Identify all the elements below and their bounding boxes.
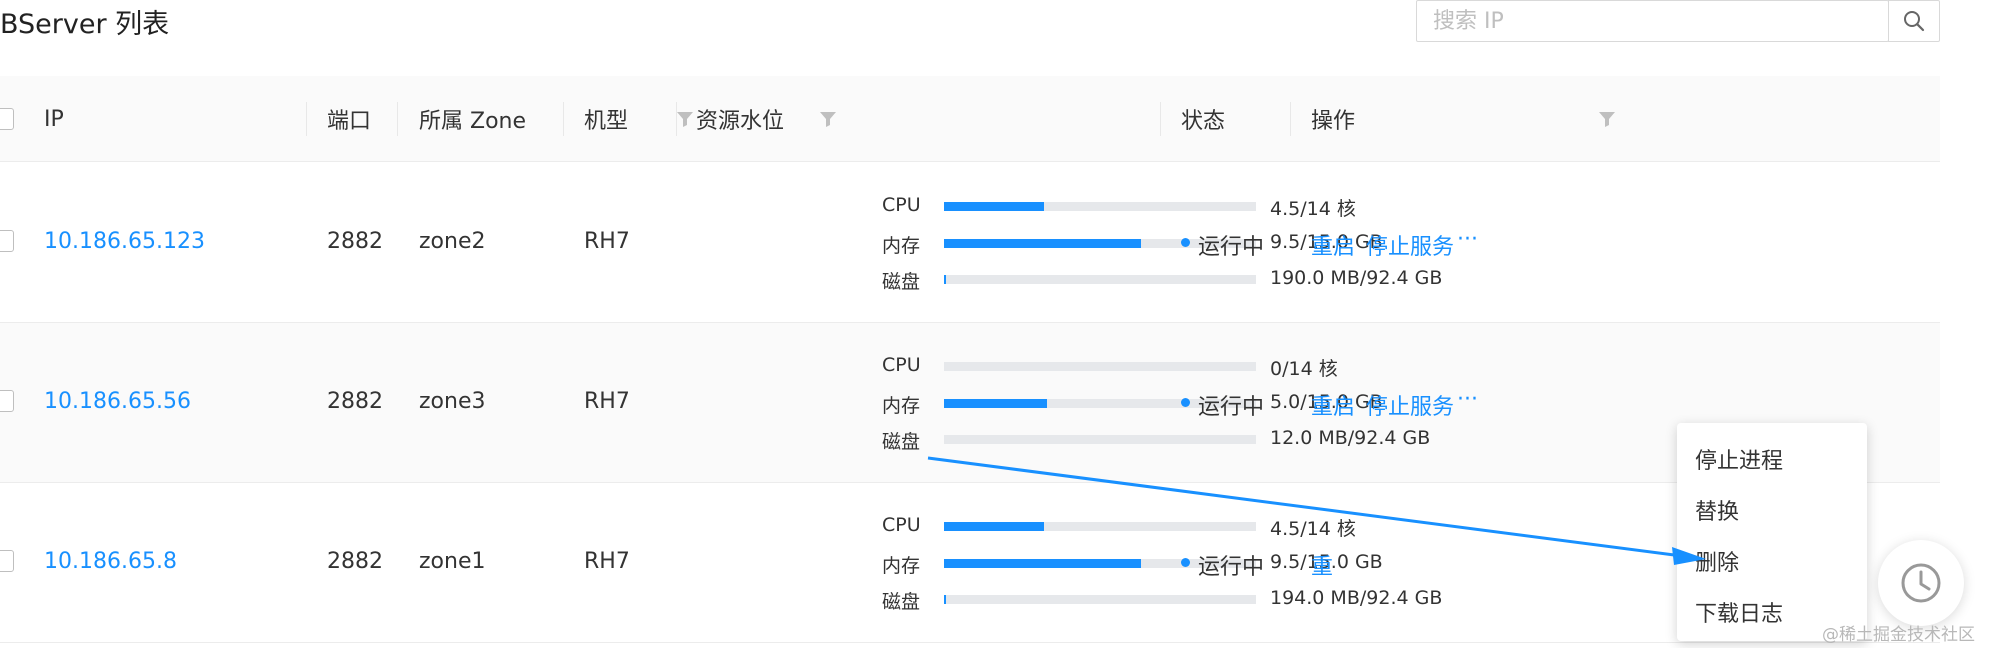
clock-icon (1901, 563, 1941, 603)
memory-bar-fill (944, 559, 1141, 568)
memory-label: 内存 (882, 235, 921, 257)
memory-label: 内存 (882, 395, 921, 417)
ip-link[interactable]: 10.186.65.8 (44, 549, 177, 574)
status-text: 运行中 (1198, 555, 1265, 580)
search-box[interactable] (1416, 0, 1889, 42)
header-port: 端口 (327, 109, 372, 134)
memory-bar-fill (944, 239, 1141, 248)
cpu-label: CPU (882, 194, 921, 216)
disk-bar (944, 435, 1256, 444)
more-actions-button[interactable]: ··· (1457, 227, 1478, 252)
ip-link[interactable]: 10.186.65.56 (44, 389, 191, 414)
restart-button[interactable]: 重 (1311, 549, 1333, 581)
disk-bar (944, 595, 1256, 604)
row-checkbox[interactable] (0, 550, 14, 572)
stop-service-button[interactable]: 停止服务 (1366, 229, 1454, 261)
row-checkbox[interactable] (0, 230, 14, 252)
port-value: 2882 (327, 389, 383, 414)
select-all-checkbox[interactable] (0, 108, 14, 130)
disk-label: 磁盘 (882, 271, 921, 293)
disk-label: 磁盘 (882, 591, 921, 613)
status-text: 运行中 (1198, 235, 1265, 260)
cpu-label: CPU (882, 354, 921, 376)
table-header: IP 端口 所属 Zone 机型 资源水位 状态 操作 (0, 76, 1940, 162)
header-resources: 资源水位 (696, 109, 785, 134)
disk-bar (944, 275, 1256, 284)
search-icon (1904, 11, 1925, 32)
model-value: RH7 (584, 549, 630, 574)
more-actions-button[interactable]: ··· (1457, 387, 1478, 412)
header-model: 机型 (584, 109, 629, 134)
menu-item-delete[interactable]: 删除 (1695, 545, 1739, 577)
restart-button[interactable]: 重启 (1311, 229, 1355, 261)
table-row: 10.186.65.8 2882 zone1 RH7 CPU 4.5/14 核 … (0, 483, 1940, 643)
status-text: 运行中 (1198, 395, 1265, 420)
header-actions: 操作 (1311, 109, 1356, 134)
column-divider (306, 102, 307, 136)
bserver-list-page: BServer 列表 IP 端口 所属 Zone 机型 资源水位 状态 操 (0, 0, 1990, 648)
memory-bar-fill (944, 399, 1047, 408)
menu-item-replace[interactable]: 替换 (1695, 494, 1739, 526)
cpu-bar-fill (944, 202, 1044, 211)
table-row: 10.186.65.123 2882 zone2 RH7 CPU 4.5/14 … (0, 163, 1940, 323)
disk-value: 194.0 MB/92.4 GB (1270, 587, 1443, 609)
menu-item-download-log[interactable]: 下载日志 (1695, 596, 1783, 628)
memory-label: 内存 (882, 555, 921, 577)
cpu-value: 4.5/14 核 (1270, 198, 1356, 220)
header-zone: 所属 Zone (419, 109, 527, 134)
header-status: 状态 (1181, 109, 1226, 134)
column-divider (397, 102, 398, 136)
search-button[interactable] (1888, 0, 1940, 42)
header-ip: IP (44, 106, 64, 132)
search-input[interactable] (1417, 1, 1888, 41)
stop-service-button[interactable]: 停止服务 (1366, 389, 1454, 421)
zone-filter-icon[interactable] (675, 109, 695, 129)
disk-label: 磁盘 (882, 431, 921, 453)
watermark: @稀土掘金技术社区 (1822, 625, 1975, 645)
cpu-value: 4.5/14 核 (1270, 518, 1356, 540)
status-dot (1181, 398, 1190, 407)
row-checkbox[interactable] (0, 390, 14, 412)
cpu-bar-fill (944, 522, 1044, 531)
cpu-value: 0/14 核 (1270, 358, 1338, 380)
column-divider (1290, 102, 1291, 136)
port-value: 2882 (327, 549, 383, 574)
cpu-label: CPU (882, 514, 921, 536)
disk-value: 12.0 MB/92.4 GB (1270, 427, 1431, 449)
status-filter-icon[interactable] (1597, 109, 1617, 129)
zone-value: zone2 (419, 229, 486, 254)
page-title: BServer 列表 (0, 9, 170, 40)
column-divider (563, 102, 564, 136)
model-value: RH7 (584, 389, 630, 414)
cpu-bar (944, 362, 1256, 371)
restart-button[interactable]: 重启 (1311, 389, 1355, 421)
zone-value: zone1 (419, 549, 486, 574)
more-actions-dropdown: 停止进程 替换 删除 下载日志 (1677, 423, 1867, 641)
disk-bar-fill (944, 275, 946, 284)
cpu-bar (944, 522, 1256, 531)
status-dot (1181, 558, 1190, 567)
model-value: RH7 (584, 229, 630, 254)
table-row: 10.186.65.56 2882 zone3 RH7 CPU 0/14 核 内… (0, 323, 1940, 483)
status-dot (1181, 238, 1190, 247)
history-button[interactable] (1878, 540, 1964, 626)
cpu-bar (944, 202, 1256, 211)
zone-value: zone3 (419, 389, 486, 414)
model-filter-icon[interactable] (818, 109, 838, 129)
disk-bar-fill (944, 595, 946, 604)
disk-value: 190.0 MB/92.4 GB (1270, 267, 1443, 289)
column-divider (1160, 102, 1161, 136)
ip-link[interactable]: 10.186.65.123 (44, 229, 205, 254)
column-divider (676, 102, 677, 136)
menu-item-stop-process[interactable]: 停止进程 (1695, 443, 1783, 475)
port-value: 2882 (327, 229, 383, 254)
